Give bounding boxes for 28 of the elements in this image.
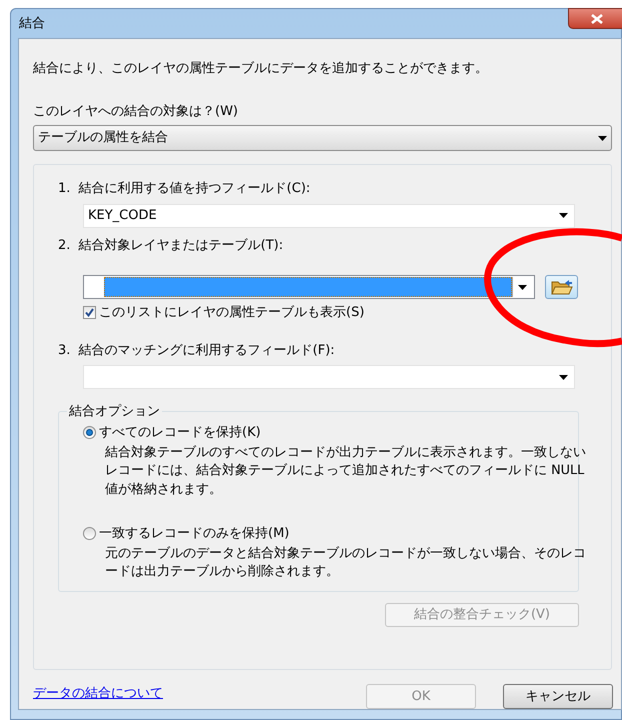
radio-button[interactable] [83, 426, 96, 440]
window-title: 結合 [19, 15, 45, 34]
field-dropdown[interactable] [83, 365, 575, 389]
field-label: 2. 結合対象レイヤまたはテーブル(T): [58, 236, 284, 254]
close-icon [591, 14, 603, 24]
checkbox[interactable] [83, 306, 96, 320]
layer-dropdown[interactable] [83, 275, 535, 299]
dropdown-arrow-icon [559, 374, 568, 380]
radio-button[interactable] [83, 527, 96, 540]
radio-label: 一致するレコードのみを保持(M) [99, 525, 290, 543]
field-label: 3. 結合のマッチングに利用するフィールド(F): [58, 342, 336, 360]
field-dropdown[interactable]: KEY_CODE [83, 204, 575, 228]
dropdown-arrow-icon [559, 213, 568, 218]
dropdown-arrow-icon [598, 136, 607, 140]
close-button[interactable] [568, 8, 622, 29]
field-label: 1. 結合に利用する値を持つフィールド(C): [58, 180, 312, 198]
dropdown-arrow-icon [518, 284, 527, 290]
browse-button[interactable] [545, 275, 578, 299]
folder-icon [550, 279, 572, 295]
radio-label: すべてのレコードを保持(K) [99, 424, 261, 442]
option-description: 結合対象テーブルのすべてのレコードが出力テーブルに表示されます。一致しないレコードには、結合対象テーブルによって追加されたすべてのフィールドに NULL 値が格納されます。 [105, 444, 587, 498]
help-link[interactable]: データの結合について [33, 684, 163, 704]
option-description: 元のテーブルのデータと結合対象テーブルのレコードが一致しない場合、そのレコードは出力テーブルから削除されます。 [105, 544, 587, 581]
dialog-description: 結合により、このレイヤの属性テーブルにデータを追加することができます。 [33, 60, 489, 78]
field-label: このレイヤへの結合の対象は？(W) [33, 102, 239, 120]
dialog-button[interactable]: キャンセル [503, 684, 613, 709]
join-type-dropdown[interactable]: テーブルの属性を結合 [33, 125, 612, 151]
checkbox-label: このリストにレイヤの属性テーブルも表示(S) [99, 304, 364, 322]
